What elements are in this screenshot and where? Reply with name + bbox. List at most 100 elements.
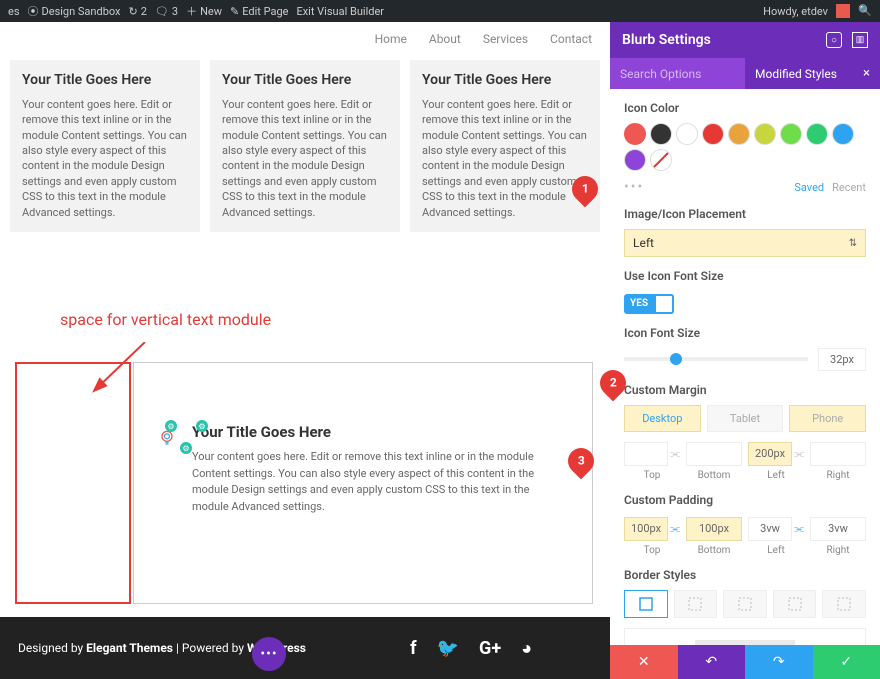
- margin-bottom-input[interactable]: [686, 442, 742, 466]
- edit-dot[interactable]: ⚙: [165, 420, 177, 432]
- blurb-body: Your content goes here. Edit or remove t…: [22, 97, 188, 220]
- more-colors-icon[interactable]: •••: [624, 179, 644, 195]
- wp-howdy[interactable]: Howdy, etdev: [763, 5, 828, 18]
- discard-button[interactable]: ✕: [610, 645, 678, 679]
- padding-bottom-input[interactable]: 100px: [686, 517, 742, 541]
- link-icon[interactable]: ⫘: [794, 522, 804, 536]
- color-swatch[interactable]: [624, 123, 646, 145]
- site-footer: Designed by Elegant Themes | Powered by …: [0, 617, 610, 679]
- undo-button[interactable]: ↶: [678, 645, 746, 679]
- icon-font-size-value[interactable]: 32px: [818, 348, 866, 371]
- edit-dot[interactable]: ⚙: [196, 420, 208, 432]
- divi-fab[interactable]: •••: [252, 637, 286, 671]
- nav-about[interactable]: About: [429, 32, 461, 46]
- tab-modified-styles[interactable]: Modified Styles×: [745, 58, 880, 89]
- blurb-large-title: Your Title Goes Here: [162, 423, 564, 441]
- padding-right-input[interactable]: 3vw: [810, 517, 866, 541]
- annotation-text: space for vertical text module: [60, 310, 271, 329]
- color-swatch-none[interactable]: [650, 149, 672, 171]
- label-use-icon-font-size: Use Icon Font Size: [624, 269, 866, 283]
- device-tab-phone[interactable]: Phone: [789, 405, 866, 432]
- blurb-body: Your content goes here. Edit or remove t…: [222, 97, 388, 220]
- sp-label: Left: [748, 545, 804, 556]
- facebook-icon[interactable]: f: [410, 638, 416, 659]
- nav-contact[interactable]: Contact: [550, 32, 592, 46]
- color-swatch[interactable]: [676, 123, 698, 145]
- padding-top-input[interactable]: 100px: [624, 517, 668, 541]
- blurb-card[interactable]: Your Title Goes Here Your content goes h…: [10, 60, 200, 232]
- wp-new[interactable]: ＋ New: [186, 3, 222, 19]
- save-button[interactable]: ✓: [813, 645, 880, 679]
- label-icon-font-size: Icon Font Size: [624, 326, 866, 340]
- margin-left-input[interactable]: 200px: [748, 442, 792, 466]
- sp-label: Top: [624, 545, 680, 556]
- sp-label: Right: [810, 545, 866, 556]
- blurb-card[interactable]: Your Title Goes Here Your content goes h…: [410, 60, 600, 232]
- nav-home[interactable]: Home: [375, 32, 407, 46]
- wp-avatar[interactable]: [836, 4, 850, 18]
- label-icon-color: Icon Color: [624, 101, 866, 115]
- padding-left-input[interactable]: 3vw: [748, 517, 792, 541]
- wp-edit-page[interactable]: ✎ Edit Page: [230, 5, 288, 18]
- color-swatch[interactable]: [780, 123, 802, 145]
- link-icon[interactable]: ⫘: [670, 522, 680, 536]
- device-tab-tablet[interactable]: Tablet: [707, 405, 784, 432]
- toggle-use-icon-font-size[interactable]: YES: [624, 294, 674, 314]
- snap-icon[interactable]: ▥: [852, 32, 868, 48]
- rss-icon[interactable]: ◕: [521, 638, 532, 659]
- wp-site-menu[interactable]: es: [8, 5, 20, 18]
- blurb-body: Your content goes here. Edit or remove t…: [422, 97, 588, 220]
- settings-panel: Blurb Settings ▥ Search Options Modified…: [610, 22, 880, 679]
- redo-button[interactable]: ↷: [745, 645, 813, 679]
- color-swatch[interactable]: [806, 123, 828, 145]
- wp-search-icon[interactable]: 🔍: [858, 4, 872, 18]
- border-right[interactable]: [723, 590, 767, 618]
- sp-label: Left: [748, 470, 804, 481]
- link-icon[interactable]: ⫘: [794, 447, 804, 461]
- saved-link[interactable]: Saved: [794, 181, 824, 194]
- recent-link[interactable]: Recent: [832, 181, 866, 194]
- link-icon[interactable]: ⫘: [670, 447, 680, 461]
- device-tab-desktop[interactable]: Desktop: [624, 405, 701, 432]
- color-swatch[interactable]: [624, 149, 646, 171]
- wp-updates[interactable]: ↻ 2: [129, 5, 147, 18]
- tab-search-options[interactable]: Search Options: [610, 58, 745, 89]
- border-all[interactable]: [624, 590, 668, 618]
- border-top[interactable]: [674, 590, 718, 618]
- icon-font-size-slider[interactable]: [624, 357, 808, 361]
- label-custom-padding: Custom Padding: [624, 493, 866, 507]
- color-swatch[interactable]: [754, 123, 776, 145]
- blurb-large-body: Your content goes here. Edit or remove t…: [162, 449, 564, 515]
- footer-link-et[interactable]: Elegant Themes: [86, 641, 173, 655]
- margin-top-input[interactable]: [624, 442, 668, 466]
- margin-right-input[interactable]: [810, 442, 866, 466]
- edit-dot[interactable]: ⚙: [180, 442, 192, 454]
- blurb-title: Your Title Goes Here: [222, 72, 388, 89]
- blurb-card[interactable]: Your Title Goes Here Your content goes h…: [210, 60, 400, 232]
- twitter-icon[interactable]: 🐦: [437, 638, 459, 659]
- wp-site-name[interactable]: ⦿ Design Sandbox: [28, 3, 121, 19]
- color-swatch[interactable]: [650, 123, 672, 145]
- nav-services[interactable]: Services: [483, 32, 528, 46]
- wp-exit-vb[interactable]: Exit Visual Builder: [296, 5, 384, 18]
- google-plus-icon[interactable]: G+: [479, 638, 501, 659]
- close-icon[interactable]: ×: [863, 66, 870, 81]
- panel-title: Blurb Settings: [622, 32, 711, 48]
- color-swatch[interactable]: [832, 123, 854, 145]
- wp-comments[interactable]: 🗨 3: [155, 5, 178, 18]
- color-swatch[interactable]: [728, 123, 750, 145]
- border-left[interactable]: [822, 590, 866, 618]
- placement-select[interactable]: Left⇅: [624, 229, 866, 257]
- color-swatch[interactable]: [702, 123, 724, 145]
- label-custom-margin: Custom Margin: [624, 383, 866, 397]
- sp-label: Top: [624, 470, 680, 481]
- expand-icon[interactable]: [826, 32, 842, 48]
- site-nav: Home About Services Contact: [0, 22, 610, 60]
- wp-admin-bar: es ⦿ Design Sandbox ↻ 2 🗨 3 ＋ New ✎ Edit…: [0, 0, 880, 22]
- label-border-styles: Border Styles: [624, 568, 866, 582]
- chevron-updown-icon: ⇅: [849, 238, 857, 249]
- footer-text: | Powered by: [173, 641, 247, 655]
- blurb-large-module[interactable]: Your Title Goes Here Your content goes h…: [133, 362, 593, 604]
- border-bottom[interactable]: [773, 590, 817, 618]
- color-swatches: ••• Saved Recent: [624, 123, 866, 195]
